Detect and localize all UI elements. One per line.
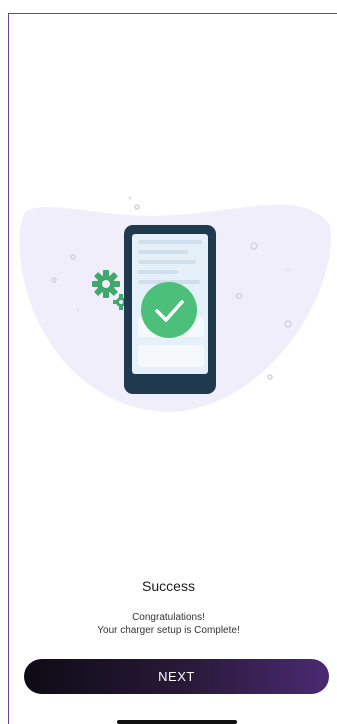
next-button[interactable]: NEXT [24, 659, 329, 694]
home-indicator [117, 720, 237, 724]
success-illustration [19, 196, 331, 412]
checkmark-icon [141, 282, 197, 338]
gear-icon [92, 270, 120, 298]
message-line-2: Your charger setup is Complete! [97, 625, 240, 636]
message-line-1: Congratulations! [132, 612, 205, 623]
success-title: Success [142, 578, 195, 594]
success-message: Congratulations! Your charger setup is C… [0, 611, 337, 637]
